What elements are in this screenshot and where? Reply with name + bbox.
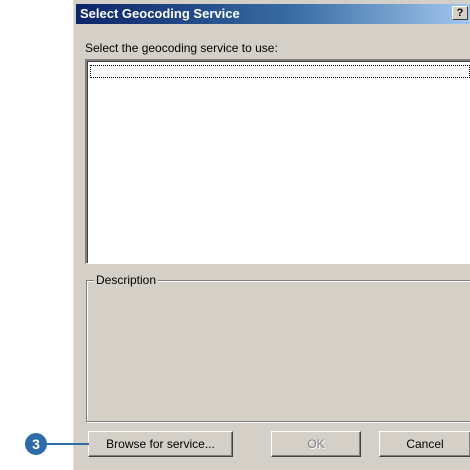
ok-button[interactable]: OK	[271, 431, 361, 457]
description-group: Description	[86, 273, 470, 422]
browse-for-service-button[interactable]: Browse for service...	[88, 431, 233, 457]
select-geocoding-service-dialog: Select Geocoding Service ? × Select the …	[72, 0, 470, 470]
list-focus-row[interactable]	[90, 65, 470, 78]
callout-leader-line	[47, 443, 89, 445]
step-number-badge: 3	[25, 433, 47, 455]
screenshot-stage: Select Geocoding Service ? × Select the …	[0, 0, 470, 470]
dialog-title: Select Geocoding Service	[80, 6, 240, 21]
geocoding-service-list[interactable]	[85, 59, 470, 264]
help-button[interactable]: ?	[452, 6, 468, 20]
cancel-button[interactable]: Cancel	[379, 431, 470, 457]
description-label: Description	[94, 273, 159, 287]
service-prompt-label: Select the geocoding service to use:	[85, 41, 278, 55]
title-bar[interactable]: Select Geocoding Service ? ×	[76, 4, 470, 24]
